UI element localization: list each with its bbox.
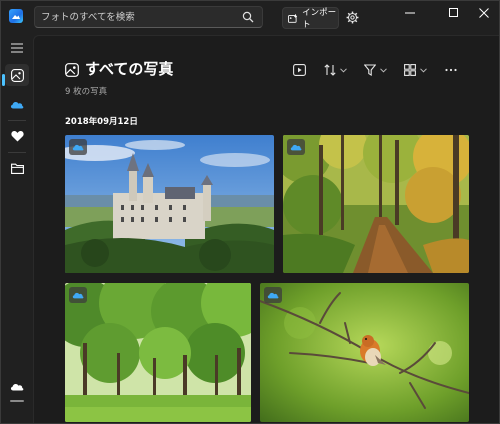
import-icon <box>288 13 298 23</box>
onedrive-badge <box>264 287 282 303</box>
nav-item-folders[interactable] <box>5 157 29 179</box>
search-input[interactable] <box>41 8 237 26</box>
nav-item-onedrive[interactable] <box>5 93 29 115</box>
green-trees-photo <box>65 283 251 422</box>
close-button[interactable] <box>469 1 499 25</box>
onedrive-cloud-icon <box>72 144 84 151</box>
heart-icon <box>10 131 24 142</box>
nav-item-all-photos[interactable] <box>5 64 29 86</box>
forest-path-photo <box>283 135 469 273</box>
minimize-button[interactable] <box>393 1 427 25</box>
nav-item-favorites[interactable] <box>5 125 29 147</box>
slideshow-icon <box>293 64 306 76</box>
nav-divider <box>8 152 26 153</box>
onedrive-badge <box>69 287 87 303</box>
chevron-down-icon <box>380 67 387 73</box>
search-box[interactable] <box>34 6 263 28</box>
nav-item-cloud-storage[interactable] <box>5 375 29 397</box>
robin-on-branch-photo <box>260 283 469 422</box>
cloud-storage-icon <box>10 383 24 390</box>
import-label: インポート <box>302 8 337 30</box>
storage-bar <box>10 400 24 402</box>
photo-thumbnail-forest-path[interactable] <box>283 135 469 273</box>
page-title: すべての写真 <box>85 60 174 78</box>
import-button[interactable]: インポート <box>282 7 339 30</box>
title-bar: インポート <box>1 1 499 35</box>
hamburger-menu-icon <box>11 43 23 53</box>
photo-thumbnail-robin[interactable] <box>260 283 469 422</box>
main-content: すべての写真 9 枚の写真 2018年09月12日 <box>33 35 499 423</box>
onedrive-cloud-icon <box>267 292 279 299</box>
photo-thumbnail-castle[interactable] <box>65 135 274 273</box>
chevron-down-icon <box>420 67 427 73</box>
folder-icon <box>10 163 24 174</box>
view-layout-button[interactable] <box>404 62 427 78</box>
castle-photo <box>65 135 274 273</box>
photo-count: 9 枚の写真 <box>65 87 108 97</box>
date-heading: 2018年09月12日 <box>65 117 138 127</box>
gear-icon[interactable] <box>346 11 359 24</box>
photos-window: インポート <box>0 0 500 424</box>
view-layout-icon <box>404 64 416 76</box>
more-options-icon <box>445 68 457 72</box>
slideshow-button[interactable] <box>293 62 306 78</box>
maximize-button[interactable] <box>437 1 471 25</box>
onedrive-cloud-icon <box>290 144 302 151</box>
filter-icon <box>364 64 376 76</box>
nav-divider <box>8 120 26 121</box>
search-icon[interactable] <box>242 11 254 23</box>
photos-gallery-icon <box>10 68 24 82</box>
left-navigation <box>1 35 33 423</box>
photo-thumbnail-green-trees[interactable] <box>65 283 251 422</box>
onedrive-badge <box>287 139 305 155</box>
photos-gallery-icon <box>65 63 79 77</box>
onedrive-cloud-icon <box>10 101 24 108</box>
filter-button[interactable] <box>364 62 387 78</box>
close-icon <box>479 8 489 18</box>
minimize-icon <box>405 12 415 14</box>
more-options-button[interactable] <box>445 62 457 78</box>
onedrive-cloud-icon <box>72 292 84 299</box>
sort-button[interactable] <box>324 62 347 78</box>
photos-app-icon <box>9 9 23 23</box>
hamburger-menu-button[interactable] <box>5 37 29 59</box>
maximize-icon <box>449 8 458 17</box>
chevron-down-icon <box>340 67 347 73</box>
sort-icon <box>324 64 336 76</box>
onedrive-badge <box>69 139 87 155</box>
